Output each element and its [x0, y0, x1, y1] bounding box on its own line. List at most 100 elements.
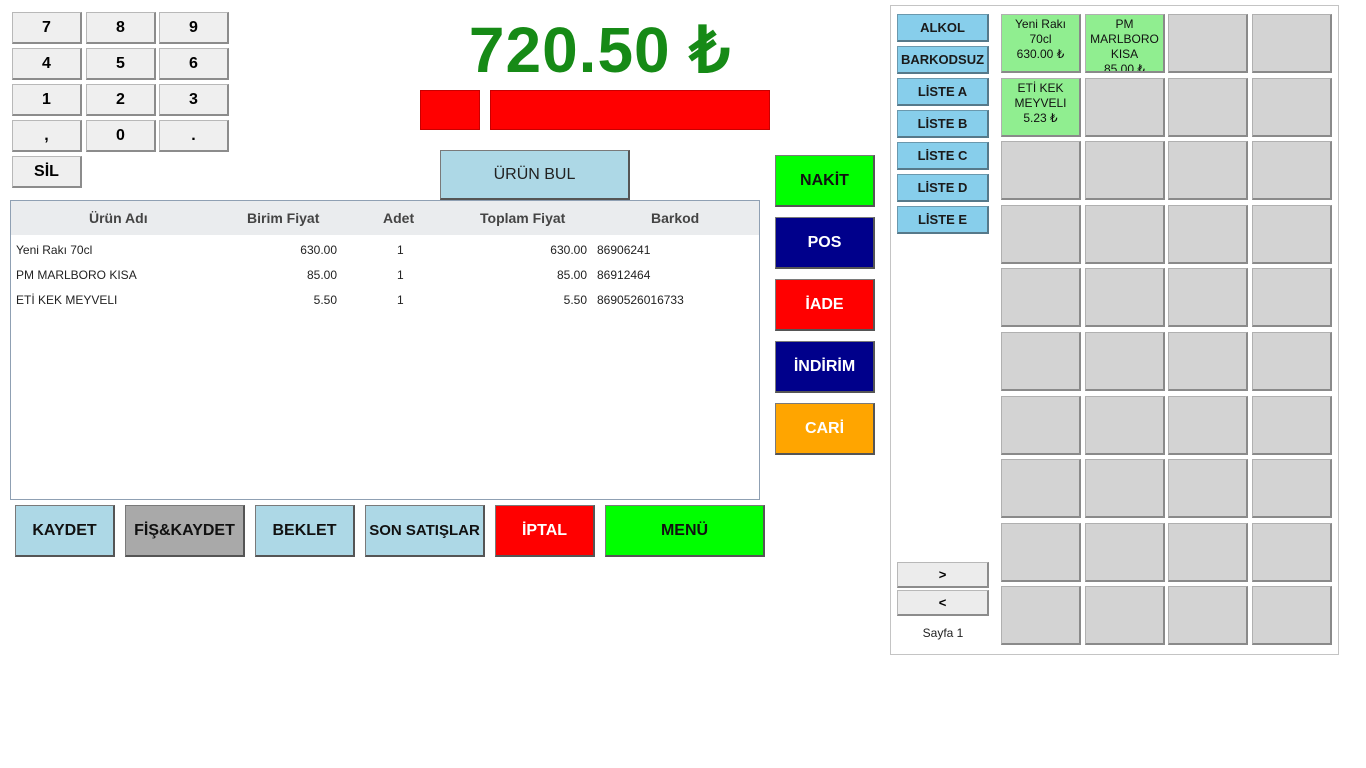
empty-product-tile[interactable] [1252, 205, 1332, 264]
empty-product-tile[interactable] [1168, 332, 1248, 391]
empty-product-tile[interactable] [1168, 396, 1248, 455]
pos-button[interactable]: POS [775, 217, 875, 269]
empty-product-tile[interactable] [1252, 459, 1332, 518]
cash-button[interactable]: NAKİT [775, 155, 875, 207]
category-liste-c[interactable]: LİSTE C [897, 142, 989, 170]
empty-product-tile[interactable] [1085, 332, 1165, 391]
header-qty[interactable]: Adet [383, 210, 414, 226]
account-button[interactable]: CARİ [775, 403, 875, 455]
key-2[interactable]: 2 [86, 84, 156, 116]
empty-product-tile[interactable] [1168, 14, 1248, 73]
key-8[interactable]: 8 [86, 12, 156, 44]
cell-total-price: 5.50 [563, 293, 587, 307]
empty-product-tile[interactable] [1085, 396, 1165, 455]
cell-barcode: 8690526016733 [597, 293, 684, 307]
empty-product-tile[interactable] [1252, 141, 1332, 200]
empty-product-tile[interactable] [1168, 268, 1248, 327]
product-tile[interactable]: ETİ KEK MEYVELI 5.23 ₺ [1001, 78, 1081, 137]
empty-product-tile[interactable] [1252, 332, 1332, 391]
total-amount: 720.50 ₺ [468, 14, 732, 86]
key-9[interactable]: 9 [159, 12, 229, 44]
empty-product-tile[interactable] [1001, 268, 1081, 327]
empty-product-tile[interactable] [1001, 586, 1081, 645]
empty-product-tile[interactable] [1001, 396, 1081, 455]
empty-product-tile[interactable] [1001, 523, 1081, 582]
header-total-price[interactable]: Toplam Fiyat [480, 210, 565, 226]
cell-unit-price: 85.00 [306, 268, 337, 282]
empty-product-tile[interactable] [1085, 141, 1165, 200]
key-3[interactable]: 3 [159, 84, 229, 116]
empty-product-tile[interactable] [1252, 14, 1332, 73]
cell-unit-price: 5.50 [313, 293, 337, 307]
refund-button[interactable]: İADE [775, 279, 875, 331]
product-tile-name: Yeni Rakı 70cl [1015, 17, 1066, 46]
save-button[interactable]: KAYDET [15, 505, 115, 557]
prev-page-button[interactable]: < [897, 590, 989, 616]
empty-product-tile[interactable] [1252, 78, 1332, 137]
next-page-button[interactable]: > [897, 562, 989, 588]
cell-barcode: 86912464 [597, 268, 651, 282]
empty-product-tile[interactable] [1168, 523, 1248, 582]
empty-product-tile[interactable] [1085, 586, 1165, 645]
find-product-button[interactable]: ÜRÜN BUL [440, 150, 630, 200]
empty-product-tile[interactable] [1085, 459, 1165, 518]
empty-product-tile[interactable] [1252, 396, 1332, 455]
category-liste-b[interactable]: LİSTE B [897, 110, 989, 138]
empty-product-tile[interactable] [1252, 586, 1332, 645]
sales-table[interactable]: Ürün Adı Birim Fiyat Adet Toplam Fiyat B… [10, 200, 760, 500]
hold-button[interactable]: BEKLET [255, 505, 355, 557]
empty-product-tile[interactable] [1168, 586, 1248, 645]
status-bar-small [420, 90, 480, 130]
key-1[interactable]: 1 [12, 84, 82, 116]
empty-product-tile[interactable] [1001, 332, 1081, 391]
empty-product-tile[interactable] [1252, 268, 1332, 327]
header-unit-price[interactable]: Birim Fiyat [247, 210, 319, 226]
empty-product-tile[interactable] [1168, 459, 1248, 518]
cell-total-price: 85.00 [556, 268, 587, 282]
cell-name: ETİ KEK MEYVELI [16, 293, 118, 307]
key-6[interactable]: 6 [159, 48, 229, 80]
cell-name: PM MARLBORO KISA [16, 268, 137, 282]
empty-product-tile[interactable] [1085, 268, 1165, 327]
key-4[interactable]: 4 [12, 48, 82, 80]
empty-product-tile[interactable] [1001, 205, 1081, 264]
discount-button[interactable]: İNDİRİM [775, 341, 875, 393]
product-tile[interactable]: PM MARLBORO KISA 85.00 ₺ [1085, 14, 1165, 73]
empty-product-tile[interactable] [1001, 141, 1081, 200]
header-barcode[interactable]: Barkod [651, 210, 699, 226]
cell-qty: 1 [397, 268, 404, 282]
header-name[interactable]: Ürün Adı [89, 210, 148, 226]
category-liste-d[interactable]: LİSTE D [897, 174, 989, 202]
cell-name: Yeni Rakı 70cl [16, 243, 93, 257]
recent-sales-button[interactable]: SON SATIŞLAR [365, 505, 485, 557]
cell-total-price: 630.00 [550, 243, 587, 257]
empty-product-tile[interactable] [1168, 141, 1248, 200]
category-liste-e[interactable]: LİSTE E [897, 206, 989, 234]
product-tile-name: PM MARLBORO KISA [1090, 17, 1159, 61]
menu-button[interactable]: MENÜ [605, 505, 765, 557]
category-alkol[interactable]: ALKOL [897, 14, 989, 42]
empty-product-tile[interactable] [1085, 523, 1165, 582]
product-tile-price: 5.23 ₺ [1023, 111, 1058, 125]
cell-unit-price: 630.00 [300, 243, 337, 257]
key-comma[interactable]: , [12, 120, 82, 152]
empty-product-tile[interactable] [1168, 205, 1248, 264]
delete-button[interactable]: SİL [12, 156, 82, 188]
category-liste-a[interactable]: LİSTE A [897, 78, 989, 106]
page-label: Sayfa 1 [922, 626, 964, 640]
receipt-save-button[interactable]: FİŞ&KAYDET [125, 505, 245, 557]
empty-product-tile[interactable] [1252, 523, 1332, 582]
key-7[interactable]: 7 [12, 12, 82, 44]
product-tile-price: 630.00 ₺ [1016, 47, 1065, 61]
product-tile-price: 85.00 ₺ [1104, 62, 1145, 73]
empty-product-tile[interactable] [1085, 205, 1165, 264]
empty-product-tile[interactable] [1001, 459, 1081, 518]
key-0[interactable]: 0 [86, 120, 156, 152]
empty-product-tile[interactable] [1168, 78, 1248, 137]
empty-product-tile[interactable] [1085, 78, 1165, 137]
key-dot[interactable]: . [159, 120, 229, 152]
category-barkodsuz[interactable]: BARKODSUZ [897, 46, 989, 74]
product-tile[interactable]: Yeni Rakı 70cl 630.00 ₺ [1001, 14, 1081, 73]
key-5[interactable]: 5 [86, 48, 156, 80]
cancel-button[interactable]: İPTAL [495, 505, 595, 557]
